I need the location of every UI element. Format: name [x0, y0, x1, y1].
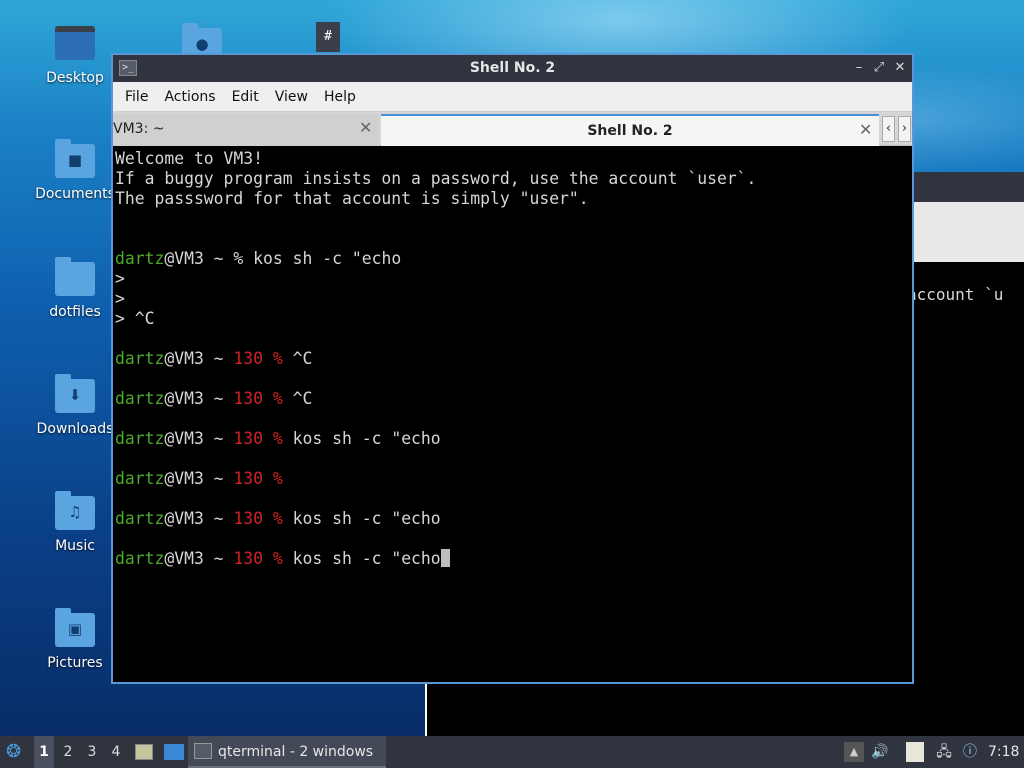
desktop-icon [53, 24, 97, 64]
close-button[interactable]: ✕ [890, 58, 910, 78]
desktop-icon-pictures[interactable]: ▣ Pictures [35, 608, 115, 671]
menu-file[interactable]: File [117, 89, 156, 105]
desktop-icon-label: Downloads [36, 421, 114, 437]
tab-shell-no-2[interactable]: Shell No. 2 ✕ [381, 114, 879, 146]
motd-line: The passsword for that account is simply… [115, 189, 589, 208]
desktop-icon-music[interactable]: ♫ Music [35, 491, 115, 554]
menu-bar: File Actions Edit View Help [113, 82, 912, 112]
prompt-line: dartz@VM3 ~ 130 % ^C [115, 349, 313, 368]
volume-icon[interactable]: 🔊 [870, 742, 890, 762]
continuation-line: > [115, 289, 125, 308]
workspace-2[interactable]: 2 [58, 736, 78, 768]
documents-folder-icon: ■ [53, 139, 97, 180]
desktop-icon-label: Pictures [47, 655, 103, 671]
prompt-line: dartz@VM3 ~ 130 % kos sh -c "echo [115, 509, 441, 528]
menu-actions[interactable]: Actions [156, 89, 223, 105]
music-folder-icon: ♫ [53, 491, 97, 532]
desktop-icon-label: Desktop [46, 70, 104, 86]
window-title: Shell No. 2 [469, 60, 556, 76]
tray-up-arrow-icon[interactable]: ▲ [844, 742, 864, 762]
maximize-button[interactable]: ⤢ [869, 58, 889, 78]
workspace-1[interactable]: 1 [34, 736, 54, 768]
clipboard-icon[interactable] [906, 742, 924, 762]
tab-bar: VM3: ~ ✕ Shell No. 2 ✕ ‹ › [113, 112, 912, 146]
prompt-line-current: dartz@VM3 ~ 130 % kos sh -c "echo [115, 549, 912, 569]
show-desktop-icon[interactable] [164, 744, 184, 760]
notification-icon[interactable]: ⓘ [960, 742, 980, 762]
desktop-icon-label: Documents [35, 186, 115, 202]
tab-scroll-left-icon[interactable]: ‹ [882, 116, 895, 142]
desktop-icon-label: Music [55, 538, 95, 554]
motd-line: If a buggy program insists on a password… [115, 169, 757, 188]
tab-close-icon[interactable]: ✕ [359, 118, 372, 137]
tab-label: Shell No. 2 [587, 123, 673, 139]
minimize-button[interactable]: – [849, 58, 869, 78]
menu-edit[interactable]: Edit [224, 89, 267, 105]
continuation-line: > ^C [115, 309, 155, 328]
task-label: qterminal - 2 windows [218, 744, 374, 760]
text-cursor [440, 549, 450, 567]
prompt-line: dartz@VM3 ~ 130 % [115, 469, 293, 488]
background-terminal-text: account `u [907, 285, 1004, 304]
folder-icon [53, 257, 97, 298]
network-icon[interactable]: 🖧 [934, 742, 954, 762]
downloads-folder-icon: ⬇ [53, 374, 97, 415]
continuation-line: > [115, 269, 125, 288]
tab-vm3[interactable]: VM3: ~ ✕ [113, 114, 379, 146]
prompt-line: dartz@VM3 ~ 130 % kos sh -c "echo [115, 429, 441, 448]
taskbar: ❂ 1 2 3 4 qterminal - 2 windows ▲ 🔊 🖧 ⓘ … [0, 736, 1024, 768]
prompt-line: dartz@VM3 ~ % kos sh -c "echo [115, 249, 402, 268]
taskbar-task-qterminal[interactable]: qterminal - 2 windows [188, 736, 386, 768]
window-titlebar[interactable]: >_ Shell No. 2 – ⤢ ✕ [113, 55, 912, 82]
terminal-output[interactable]: Welcome to VM3! If a buggy program insis… [113, 147, 912, 682]
file-manager-launcher-icon[interactable] [135, 744, 153, 760]
terminal-window[interactable]: >_ Shell No. 2 – ⤢ ✕ File Actions Edit V… [111, 53, 914, 684]
motd-line: Welcome to VM3! [115, 149, 264, 168]
desktop-icon-dotfiles[interactable]: dotfiles [35, 257, 115, 320]
clock[interactable]: 7:18 [988, 736, 1022, 768]
workspace-4[interactable]: 4 [106, 736, 126, 768]
start-menu-icon[interactable]: ❂ [6, 736, 28, 768]
menu-view[interactable]: View [267, 89, 316, 105]
tab-close-icon[interactable]: ✕ [859, 120, 872, 139]
pictures-folder-icon: ▣ [53, 608, 97, 649]
desktop-icon-label: dotfiles [49, 304, 101, 320]
desktop-icon-desktop[interactable]: Desktop [35, 24, 115, 86]
tab-scroll-right-icon[interactable]: › [898, 116, 911, 142]
prompt-line: dartz@VM3 ~ 130 % ^C [115, 389, 313, 408]
terminal-app-icon [194, 743, 212, 759]
tab-label: VM3: ~ [113, 121, 165, 137]
workspace-3[interactable]: 3 [82, 736, 102, 768]
desktop-icon-downloads[interactable]: ⬇ Downloads [35, 374, 115, 437]
desktop-icon-documents[interactable]: ■ Documents [35, 139, 115, 202]
menu-help[interactable]: Help [316, 89, 364, 105]
